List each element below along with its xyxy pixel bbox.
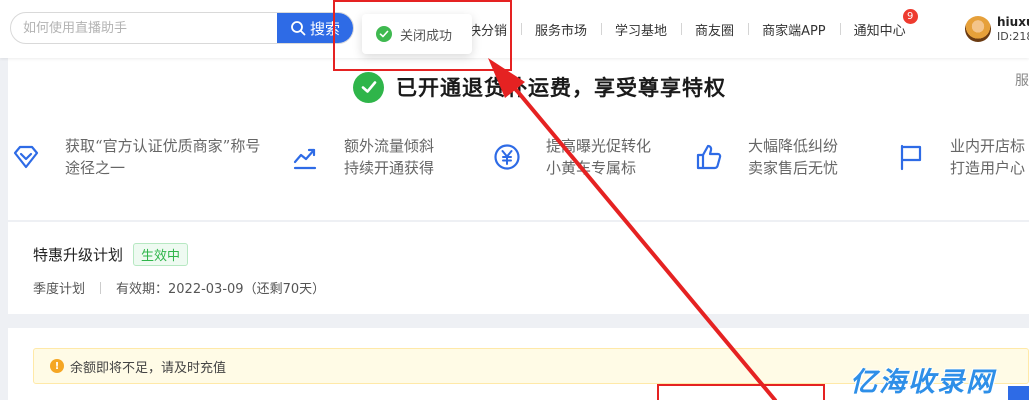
nav-item-learning-base[interactable]: 学习基地 bbox=[601, 20, 681, 39]
notification-center-label: 通知中心 bbox=[853, 23, 906, 39]
watermark-logo: 亿海收录网 bbox=[850, 367, 995, 398]
benefit-line1: 额外流量倾斜 bbox=[344, 137, 435, 155]
user-id: ID:218 bbox=[997, 29, 1029, 43]
flag-icon bbox=[900, 144, 922, 171]
benefit-line2: 打造用户心 bbox=[950, 159, 1026, 177]
diamond-icon bbox=[13, 145, 39, 169]
thumbs-up-icon bbox=[696, 144, 722, 170]
notification-badge: 9 bbox=[902, 8, 918, 24]
search-icon bbox=[291, 21, 306, 36]
warning-icon: ! bbox=[50, 359, 64, 373]
benefit-item: 大幅降低纠纷 卖家售后无忧 bbox=[694, 132, 838, 182]
plan-meta: 季度计划 有效期：2022-03-09（还剩70天） bbox=[33, 278, 325, 297]
success-check-icon bbox=[353, 71, 384, 103]
search-bar: 搜索 bbox=[10, 12, 354, 44]
benefit-line1: 业内开店标 bbox=[950, 137, 1026, 155]
annotation-box-bottom bbox=[657, 384, 825, 400]
plan-name: 特惠升级计划 bbox=[33, 246, 124, 264]
benefit-line1: 提高曝光促转化 bbox=[546, 137, 652, 155]
nav-item-merchant-circle[interactable]: 商友圈 bbox=[681, 20, 748, 39]
floating-button-edge[interactable] bbox=[1008, 386, 1029, 400]
benefit-list: 获取“官方认证优质商家”称号 途径之一 额外流量倾斜 持续开通获得 提高曝光促转… bbox=[8, 132, 1029, 182]
trend-up-icon bbox=[293, 148, 317, 170]
top-header: 搜索 快分销 服务市场 学习基地 商友圈 商家端APP 通知中心 9 hiuxu… bbox=[0, 0, 1029, 58]
warning-message: 余额即将不足，请及时充值 bbox=[70, 360, 227, 376]
benefit-item: 提高曝光促转化 小黄车专属标 bbox=[492, 132, 651, 182]
benefit-line1: 获取“官方认证优质商家”称号 bbox=[65, 137, 261, 155]
annotation-box-top bbox=[333, 0, 512, 71]
benefit-item: 额外流量倾斜 持续开通获得 bbox=[290, 132, 434, 182]
plan-type: 季度计划 bbox=[33, 282, 86, 297]
benefit-item: 获取“官方认证优质商家”称号 途径之一 bbox=[11, 132, 260, 182]
divider bbox=[100, 281, 102, 294]
activation-title: 已开通退货补运费，享受尊享特权 bbox=[353, 71, 726, 103]
yen-circle-icon bbox=[494, 144, 520, 170]
benefit-line1: 大幅降低纠纷 bbox=[748, 137, 839, 155]
benefit-item: 业内开店标 打造用户心 bbox=[896, 132, 1025, 182]
top-nav: 快分销 服务市场 学习基地 商友圈 商家端APP 通知中心 9 bbox=[458, 0, 920, 58]
search-input[interactable] bbox=[11, 13, 279, 43]
status-badge: 生效中 bbox=[133, 243, 189, 266]
benefit-card: 已开通退货补运费，享受尊享特权 服 获取“官方认证优质商家”称号 途径之一 额外… bbox=[8, 58, 1029, 220]
benefit-line2: 小黄车专属标 bbox=[546, 159, 637, 177]
nav-item-service-market[interactable]: 服务市场 bbox=[521, 20, 601, 39]
plan-validity: 有效期：2022-03-09（还剩70天） bbox=[116, 282, 326, 297]
benefit-line2: 途径之一 bbox=[65, 159, 126, 177]
nav-item-merchant-app[interactable]: 商家端APP bbox=[748, 20, 840, 39]
benefit-line2: 持续开通获得 bbox=[344, 159, 435, 177]
user-profile[interactable]: hiuxu ID:218 bbox=[965, 8, 1029, 50]
user-name: hiuxu bbox=[997, 14, 1029, 29]
nav-item-notification-center[interactable]: 通知中心 9 bbox=[839, 8, 920, 39]
activation-title-text: 已开通退货补运费，享受尊享特权 bbox=[396, 76, 726, 100]
benefit-line2: 卖家售后无忧 bbox=[748, 159, 839, 177]
plan-card: 特惠升级计划 生效中 季度计划 有效期：2022-03-09（还剩70天） bbox=[8, 222, 1029, 314]
plan-title: 特惠升级计划 生效中 bbox=[33, 243, 189, 266]
avatar bbox=[965, 16, 991, 42]
service-link[interactable]: 服 bbox=[1015, 70, 1029, 90]
